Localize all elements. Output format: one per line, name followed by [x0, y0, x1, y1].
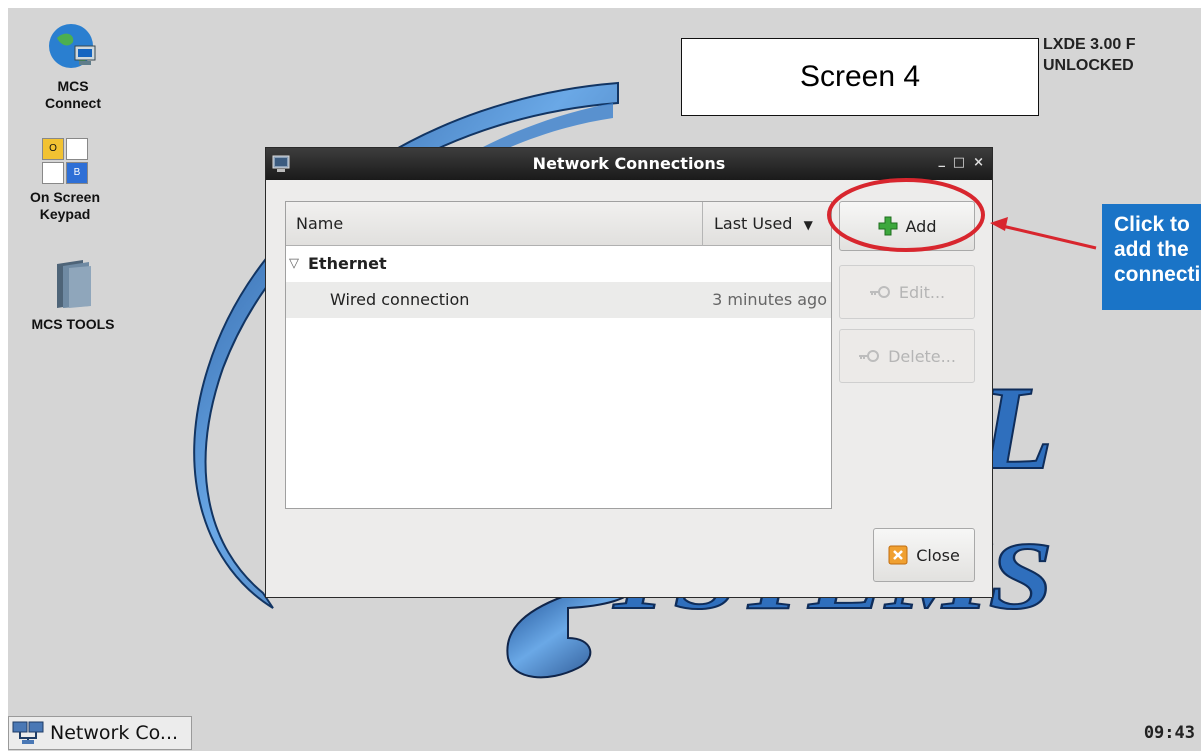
connection-last-used: 3 minutes ago	[712, 290, 827, 309]
close-button-label: Close	[916, 545, 960, 565]
key-icon	[859, 350, 880, 362]
group-name: Ethernet	[308, 254, 387, 273]
connection-name: Wired connection	[330, 290, 470, 309]
instruction-callout: Click to add the connection	[1102, 204, 1201, 310]
group-row-ethernet[interactable]: ▽ Ethernet	[286, 246, 831, 282]
taskbar: Network Co... 09:43	[8, 711, 1201, 751]
desktop: L YSTEMS MCS Connect O B On Screen Keypa…	[8, 8, 1201, 751]
connections-list[interactable]: Name Last Used ▼ ▽ Ethernet Wired connec…	[285, 201, 832, 509]
icon-label-line1: On Screen	[29, 189, 101, 205]
column-header-last-used-label: Last Used	[714, 214, 793, 233]
close-button[interactable]: Close	[873, 528, 975, 582]
keypad-key-o: O	[42, 138, 64, 160]
desktop-icon-mcs-tools[interactable]: MCS TOOLS	[18, 258, 128, 333]
screen-label: Screen 4	[681, 38, 1039, 116]
close-window-button[interactable]: ×	[973, 155, 984, 170]
window-titlebar[interactable]: Network Connections _ □ ×	[266, 148, 992, 180]
add-button-label: Add	[905, 216, 937, 236]
icon-label-line2: Connect	[45, 95, 101, 111]
taskbar-window-button[interactable]: Network Co...	[8, 716, 192, 750]
add-button[interactable]: Add	[839, 201, 975, 251]
folder-icon	[57, 260, 91, 308]
delete-button-label: Delete...	[888, 346, 956, 366]
desktop-icon-mcs-connect[interactable]: MCS Connect	[18, 20, 128, 112]
icon-label-line1: MCS	[57, 78, 89, 94]
close-x-icon	[888, 545, 908, 565]
minimize-button[interactable]: _	[939, 153, 946, 168]
keypad-key-blank-1	[66, 138, 88, 160]
delete-button[interactable]: Delete...	[839, 329, 975, 383]
icon-label: MCS TOOLS	[31, 316, 115, 332]
network-icon	[12, 721, 44, 744]
plus-icon	[878, 216, 897, 236]
expander-triangle-icon: ▽	[289, 256, 299, 271]
key-icon	[869, 286, 890, 298]
keypad-icon: O B	[40, 136, 90, 186]
edit-button-label: Edit...	[898, 282, 946, 302]
system-status: LXDE 3.00 F UNLOCKED	[1043, 34, 1135, 76]
edit-button[interactable]: Edit...	[839, 265, 975, 319]
column-header-last-used[interactable]: Last Used ▼	[703, 202, 831, 246]
desktop-icon-on-screen-keypad[interactable]: O B On Screen Keypad	[8, 136, 125, 223]
keypad-key-b: B	[66, 162, 88, 184]
keypad-key-blank-2	[42, 162, 64, 184]
globe-computer-icon	[49, 24, 96, 68]
column-header-name-label: Name	[296, 214, 344, 233]
version-text: LXDE 3.00 F	[1043, 36, 1136, 53]
lock-status-text: UNLOCKED	[1043, 57, 1134, 74]
sort-dropdown-icon: ▼	[803, 218, 813, 232]
clock[interactable]: 09:43	[1144, 723, 1195, 743]
network-connections-window: Network Connections _ □ × Name Last Used…	[265, 147, 993, 598]
taskbar-window-label: Network Co...	[50, 722, 179, 744]
column-header-name[interactable]: Name	[286, 202, 703, 246]
window-title: Network Connections	[532, 154, 726, 173]
connection-row[interactable]: Wired connection 3 minutes ago	[286, 282, 831, 318]
maximize-button[interactable]: □	[953, 155, 965, 170]
icon-label-line2: Keypad	[39, 206, 91, 222]
